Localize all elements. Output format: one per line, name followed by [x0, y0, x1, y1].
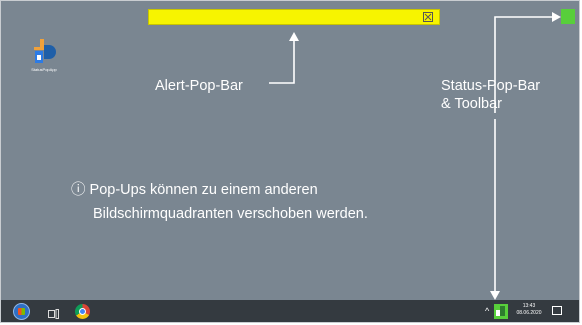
chrome-icon[interactable] — [75, 304, 90, 319]
system-clock[interactable]: 13:43 08.06.2020 — [513, 303, 545, 317]
status-arrow-head-right — [552, 12, 561, 22]
annotation-arrows — [269, 12, 561, 300]
desktop: StatusPopApp Alert-Pop-Bar Status-Pop-Ba… — [1, 1, 579, 300]
status-arrow-head-down — [490, 291, 500, 300]
clock-date: 08.06.2020 — [516, 310, 542, 316]
task-view-icon[interactable] — [48, 306, 59, 319]
clock-time: 13:43 — [522, 303, 536, 309]
tray-chevron-icon[interactable]: ^ — [485, 306, 489, 316]
alert-arrow-head — [289, 32, 299, 41]
status-pop-tray-icon[interactable] — [494, 304, 508, 319]
taskbar: ^ 13:43 08.06.2020 — [1, 300, 579, 322]
notification-icon[interactable] — [552, 306, 562, 315]
status-arrow — [494, 16, 554, 113]
windows-start-icon[interactable] — [13, 303, 30, 320]
alert-arrow — [269, 39, 295, 84]
